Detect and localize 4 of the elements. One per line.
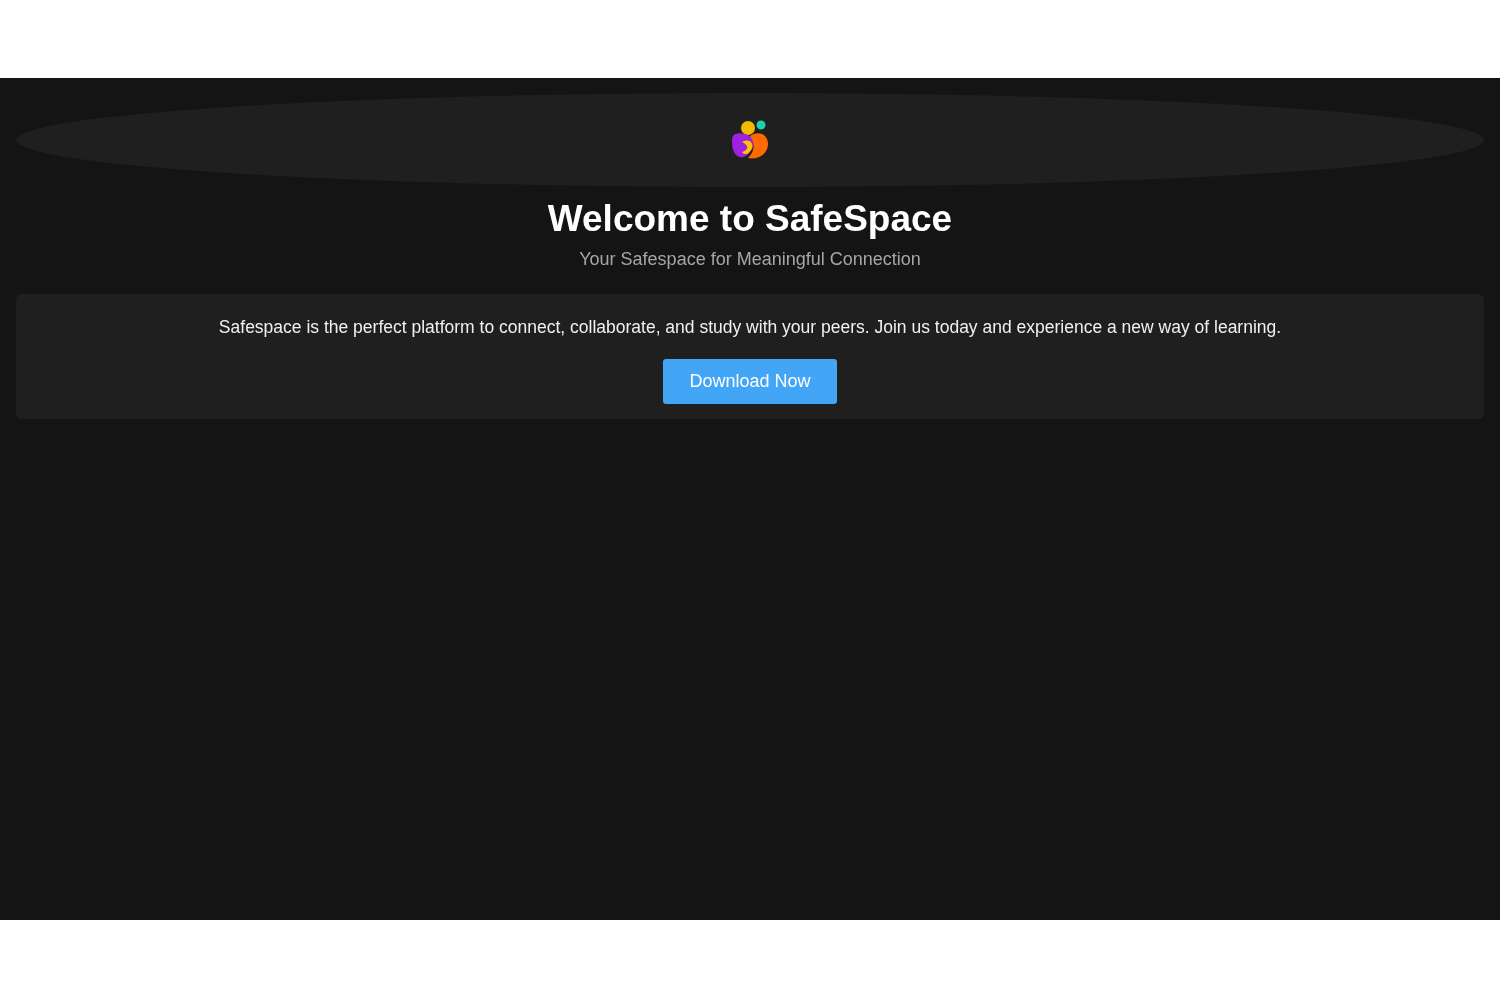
intro-paragraph: Safespace is the perfect platform to connect, collaborate, and study with your peers. Join us today and experience a new way of learning.	[218, 316, 1282, 339]
download-button[interactable]: Download Now	[663, 359, 837, 404]
page-subtitle: Your Safespace for Meaningful Connection	[579, 248, 921, 270]
page-title: Welcome to SafeSpace	[547, 197, 953, 241]
